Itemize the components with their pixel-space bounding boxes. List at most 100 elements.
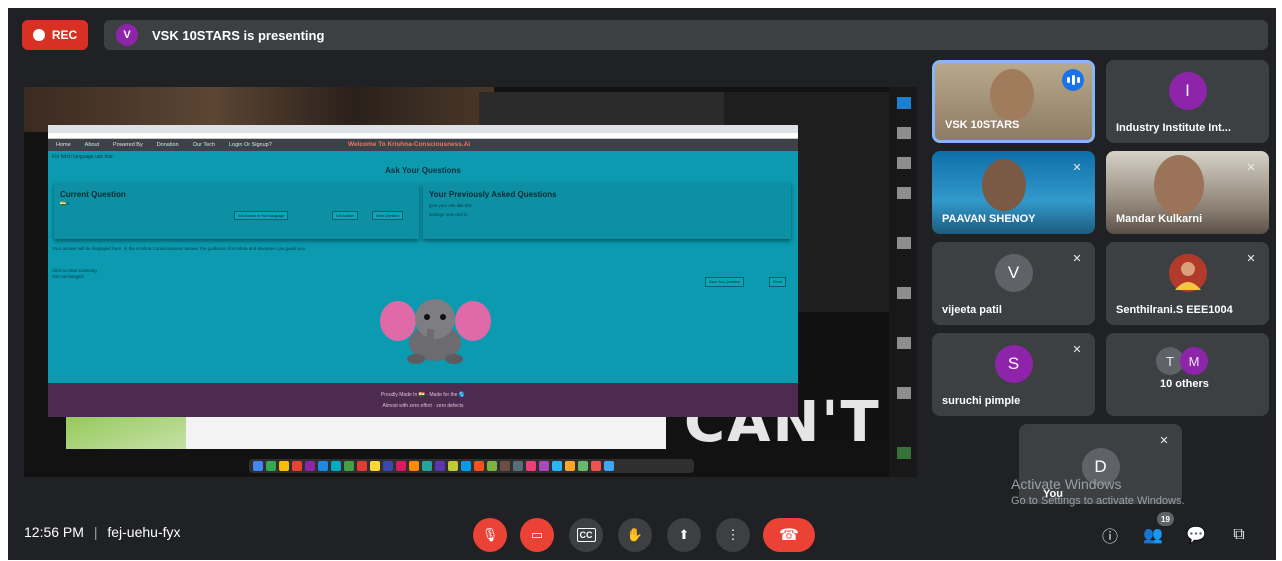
participant-avatar: V [994,254,1033,292]
chat-button[interactable]: 💬 [1183,522,1209,548]
participant-tile[interactable]: I Industry Institute Int... [1106,60,1269,143]
speaking-indicator-icon [1062,69,1084,91]
ask-title: Ask Your Questions [385,166,461,175]
mic-off-icon: ✕ [1246,252,1256,265]
macos-dock[interactable] [249,459,694,473]
more-options-button[interactable]: ⋮ [716,518,750,552]
participant-tile[interactable]: V ✕ vijeeta patil [932,242,1095,325]
previous-question-item[interactable]: give your site like this [423,199,791,208]
nav-our-tech[interactable]: Our Tech [193,142,215,148]
activate-windows-subtitle: Go to Settings to activate Windows. [1011,495,1185,507]
language-note: For fetch language use this: [52,154,114,160]
more-options-icon: ⋮ [726,527,740,542]
hang-up-button[interactable]: ☎ [763,518,815,552]
participant-name: Senthilrani.S EEE1004 [1116,304,1233,316]
chat-icon: 💬 [1186,527,1206,544]
meet-app: REC V VSK 10STARS is presenting CAN'T Ho… [8,8,1276,560]
site-welcome: Welcome To Krishna-Consciousness.Ai [348,141,471,148]
recording-indicator[interactable]: REC [22,20,88,50]
camera-toggle-button[interactable]: ▭ [520,518,554,552]
activities-button[interactable]: ⧉ [1226,522,1252,548]
participant-name: Mandar Kulkarni [1116,213,1203,225]
current-question-title: Current Question [60,190,126,199]
presenter-avatar: V [116,24,138,46]
footer-line-2: Almost with zero effort · zero defects [382,403,464,409]
info-icon: ⓘ [1101,529,1118,546]
footer-line-1: Proudly Made In 🇮🇳 · Made for the 🌎 [380,392,466,398]
activate-windows-title: Activate Windows [1011,476,1122,492]
hang-up-icon: ☎ [779,527,799,544]
meeting-code: fej-uehu-fyx [107,524,181,540]
browser-tabs[interactable] [48,125,798,133]
listening-status: Get Unchanged [52,274,84,279]
save-your-question-button[interactable]: Save Your Question [705,277,744,287]
others-avatars: T M [1156,347,1208,375]
current-question-flag: 🇮🇳 A [60,201,70,206]
raise-hand-button[interactable]: ✋ [618,518,652,552]
people-icon: 👥 [1143,527,1163,544]
mic-off-icon: ✕ [1072,161,1082,174]
participant-tile[interactable]: S ✕ suruchi pimple [932,333,1095,416]
answer-note: Your answer will be displayed here. In t… [52,246,307,251]
self-tile[interactable]: D ✕ You [1019,424,1182,504]
participant-tile[interactable]: ✕ Senthilrani.S EEE1004 [1106,242,1269,325]
person-photo-icon [1168,254,1207,292]
get-answer-button[interactable]: Get Answer [332,211,359,220]
participant-name: PAAVAN SHENOY [942,213,1036,225]
answer-in-language-button[interactable]: Get Answer in Your Language [234,211,289,220]
save-question-button[interactable]: Save Question [372,211,403,220]
people-count-badge: 19 [1157,512,1174,526]
others-tile[interactable]: T M 10 others [1106,333,1269,416]
camera-off-icon: ▭ [530,527,544,542]
mic-toggle-button[interactable]: 🎙 [473,518,507,552]
participant-avatar [1168,254,1207,292]
presenter-text: VSK 10STARS is presenting [152,27,325,43]
participant-video [982,159,1026,211]
captions-icon: CC [576,528,596,542]
participant-tile[interactable]: ✕ Mandar Kulkarni [1106,151,1269,234]
mic-off-icon: ✕ [1159,434,1169,447]
browser-window[interactable]: Home About Powered By Donation Our Tech … [48,125,798,417]
participant-avatar: M [1180,347,1208,375]
previous-question-item[interactable]: arrange new and to [423,208,791,217]
present-icon: ⬆ [678,527,690,542]
participant-video [990,69,1034,121]
clock: 12:56 PM [24,524,84,540]
participant-tile[interactable]: ✕ PAAVAN SHENOY [932,151,1095,234]
mic-off-icon: 🎙 [481,527,499,542]
desktop-icons-strip [889,87,917,477]
raise-hand-icon: ✋ [626,527,644,542]
record-dot-icon [32,29,45,41]
participant-avatar: I [1168,72,1207,110]
participant-name: VSK 10STARS [945,119,1020,131]
site-footer: Proudly Made In 🇮🇳 · Made for the 🌎 Almo… [48,383,798,417]
presenter-banner: V VSK 10STARS is presenting [104,20,1268,50]
participant-tile[interactable]: VSK 10STARS [932,60,1095,143]
participant-video [1154,155,1204,215]
elephant-mascot-icon [380,299,491,364]
shared-screen[interactable]: CAN'T Home About Powered By Donation Our… [24,87,917,477]
reset-button[interactable]: Reset [769,277,787,287]
previous-questions-panel: Your Previously Asked Questions give you… [423,183,791,239]
participant-name: suruchi pimple [942,395,1021,407]
mic-off-icon: ✕ [1072,343,1082,356]
nav-donation[interactable]: Donation [157,142,179,148]
listen-controls: Click to Start Listening Get Unchanged [52,268,97,280]
nav-about[interactable]: About [85,142,99,148]
participant-name: Industry Institute Int... [1116,122,1231,134]
nav-home[interactable]: Home [56,142,71,148]
recording-label: REC [51,28,78,42]
present-button[interactable]: ⬆ [667,518,701,552]
mic-off-icon: ✕ [1246,161,1256,174]
others-count: 10 others [1160,378,1209,390]
site-navbar: Home About Powered By Donation Our Tech … [48,139,798,151]
participant-name: vijeeta patil [942,304,1002,316]
info-button[interactable]: ⓘ [1097,522,1123,548]
activities-icon: ⧉ [1233,526,1245,543]
captions-button[interactable]: CC [569,518,603,552]
meeting-info: 12:56 PM | fej-uehu-fyx [24,524,181,540]
nav-powered-by[interactable]: Powered By [113,142,143,148]
participant-avatar: S [994,345,1033,383]
current-question-panel: Current Question 🇮🇳 A Get Answer in Your… [54,183,419,239]
nav-login[interactable]: Login Or Signup? [229,142,272,148]
